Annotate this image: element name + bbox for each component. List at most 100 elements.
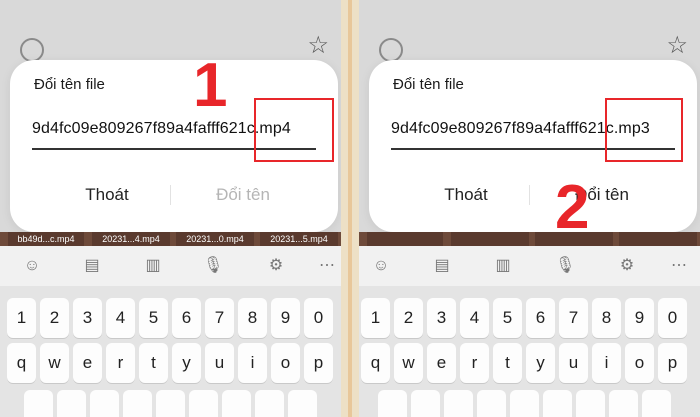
microphone-icon[interactable]: 🎙: [203, 256, 223, 276]
exit-button[interactable]: Thoát: [62, 180, 152, 210]
key[interactable]: 4: [106, 298, 135, 338]
key[interactable]: p: [658, 343, 687, 383]
phone-screen-left: ☆ Đổi tên file 9d4fc09e809267f89a4fafff6…: [0, 0, 341, 417]
key[interactable]: 2: [40, 298, 69, 338]
key-partial[interactable]: [222, 390, 251, 417]
thumbnail[interactable]: [535, 232, 613, 246]
key-partial[interactable]: [189, 390, 218, 417]
key-partial[interactable]: [576, 390, 605, 417]
key[interactable]: o: [271, 343, 300, 383]
key-partial[interactable]: [24, 390, 53, 417]
key-partial[interactable]: [411, 390, 440, 417]
key[interactable]: 1: [361, 298, 390, 338]
thumbnail[interactable]: [619, 232, 697, 246]
thumbnail[interactable]: [451, 232, 529, 246]
clipboard-icon[interactable]: ▤: [82, 256, 102, 276]
key-partial[interactable]: [123, 390, 152, 417]
settings-icon[interactable]: ⚙: [266, 256, 286, 276]
step-number: 1: [193, 51, 228, 120]
key[interactable]: 3: [427, 298, 456, 338]
key[interactable]: 8: [592, 298, 621, 338]
key[interactable]: 7: [205, 298, 234, 338]
key[interactable]: 6: [526, 298, 555, 338]
key[interactable]: i: [592, 343, 621, 383]
clipboard-icon[interactable]: ▤: [432, 256, 452, 276]
select-radio-icon[interactable]: [20, 38, 44, 62]
extension-highlight-box: [254, 98, 334, 162]
key[interactable]: 3: [73, 298, 102, 338]
key[interactable]: y: [172, 343, 201, 383]
thumbnail[interactable]: 20231...4.mp4: [92, 232, 170, 246]
more-icon[interactable]: ⋯: [669, 256, 689, 276]
key[interactable]: 5: [493, 298, 522, 338]
key[interactable]: o: [625, 343, 654, 383]
key-partial[interactable]: [156, 390, 185, 417]
key-partial[interactable]: [510, 390, 539, 417]
key[interactable]: q: [361, 343, 390, 383]
key[interactable]: r: [106, 343, 135, 383]
emoji-icon[interactable]: ☺: [22, 256, 42, 276]
panel-divider: [341, 0, 359, 417]
thumbnail-strip: [359, 232, 700, 246]
thumbnail[interactable]: 20231...5.mp4: [260, 232, 338, 246]
key[interactable]: 4: [460, 298, 489, 338]
key[interactable]: 8: [238, 298, 267, 338]
star-icon[interactable]: ☆: [307, 34, 329, 58]
thumbnail[interactable]: bb49d...c.mp4: [8, 232, 84, 246]
key-partial[interactable]: [477, 390, 506, 417]
key[interactable]: u: [205, 343, 234, 383]
key[interactable]: u: [559, 343, 588, 383]
thumbnail-strip: bb49d...c.mp4 20231...4.mp4 20231...0.mp…: [0, 232, 341, 246]
key-partial[interactable]: [543, 390, 572, 417]
exit-button[interactable]: Thoát: [421, 180, 511, 210]
key-partial[interactable]: [642, 390, 671, 417]
key[interactable]: e: [73, 343, 102, 383]
key[interactable]: w: [394, 343, 423, 383]
key[interactable]: 9: [625, 298, 654, 338]
key[interactable]: r: [460, 343, 489, 383]
key[interactable]: 2: [394, 298, 423, 338]
thumbnail[interactable]: 20231...0.mp4: [176, 232, 254, 246]
dialog-title: Đổi tên file: [34, 76, 105, 93]
keyboard: 1 2 3 4 5 6 7 8 9 0 q w e r t y u i o p: [0, 286, 341, 417]
key[interactable]: w: [40, 343, 69, 383]
filename-text: 9d4fc09e809267f89a4fafff621c.mp4: [32, 120, 291, 137]
settings-icon[interactable]: ⚙: [617, 256, 637, 276]
document-icon[interactable]: ▥: [143, 256, 163, 276]
document-icon[interactable]: ▥: [493, 256, 513, 276]
key-partial[interactable]: [288, 390, 317, 417]
key-partial[interactable]: [444, 390, 473, 417]
rename-button[interactable]: Đổi tên: [198, 180, 288, 210]
keyboard-toolbar: ☺ ▤ ▥ 🎙 ⚙ ⋯: [359, 246, 700, 286]
more-icon[interactable]: ⋯: [317, 256, 337, 276]
phone-screen-right: ☆ Đổi tên file 9d4fc09e809267f89a4fafff6…: [359, 0, 700, 417]
key[interactable]: p: [304, 343, 333, 383]
key[interactable]: q: [7, 343, 36, 383]
key-partial[interactable]: [90, 390, 119, 417]
keyboard: 1 2 3 4 5 6 7 8 9 0 q w e r t y u i o p: [359, 286, 700, 417]
key[interactable]: 6: [172, 298, 201, 338]
key-partial[interactable]: [57, 390, 86, 417]
key-partial[interactable]: [609, 390, 638, 417]
microphone-icon[interactable]: 🎙: [555, 256, 575, 276]
key[interactable]: i: [238, 343, 267, 383]
key[interactable]: 0: [304, 298, 333, 338]
select-radio-icon[interactable]: [379, 38, 403, 62]
dialog-title: Đổi tên file: [393, 76, 464, 93]
key-partial[interactable]: [378, 390, 407, 417]
key[interactable]: 5: [139, 298, 168, 338]
key[interactable]: t: [493, 343, 522, 383]
key[interactable]: y: [526, 343, 555, 383]
key[interactable]: t: [139, 343, 168, 383]
emoji-icon[interactable]: ☺: [371, 256, 391, 276]
extension-highlight-box: [605, 98, 683, 162]
key[interactable]: 1: [7, 298, 36, 338]
star-icon[interactable]: ☆: [666, 34, 688, 58]
button-divider: [170, 185, 171, 205]
key-partial[interactable]: [255, 390, 284, 417]
key[interactable]: e: [427, 343, 456, 383]
thumbnail[interactable]: [367, 232, 443, 246]
key[interactable]: 7: [559, 298, 588, 338]
key[interactable]: 9: [271, 298, 300, 338]
key[interactable]: 0: [658, 298, 687, 338]
